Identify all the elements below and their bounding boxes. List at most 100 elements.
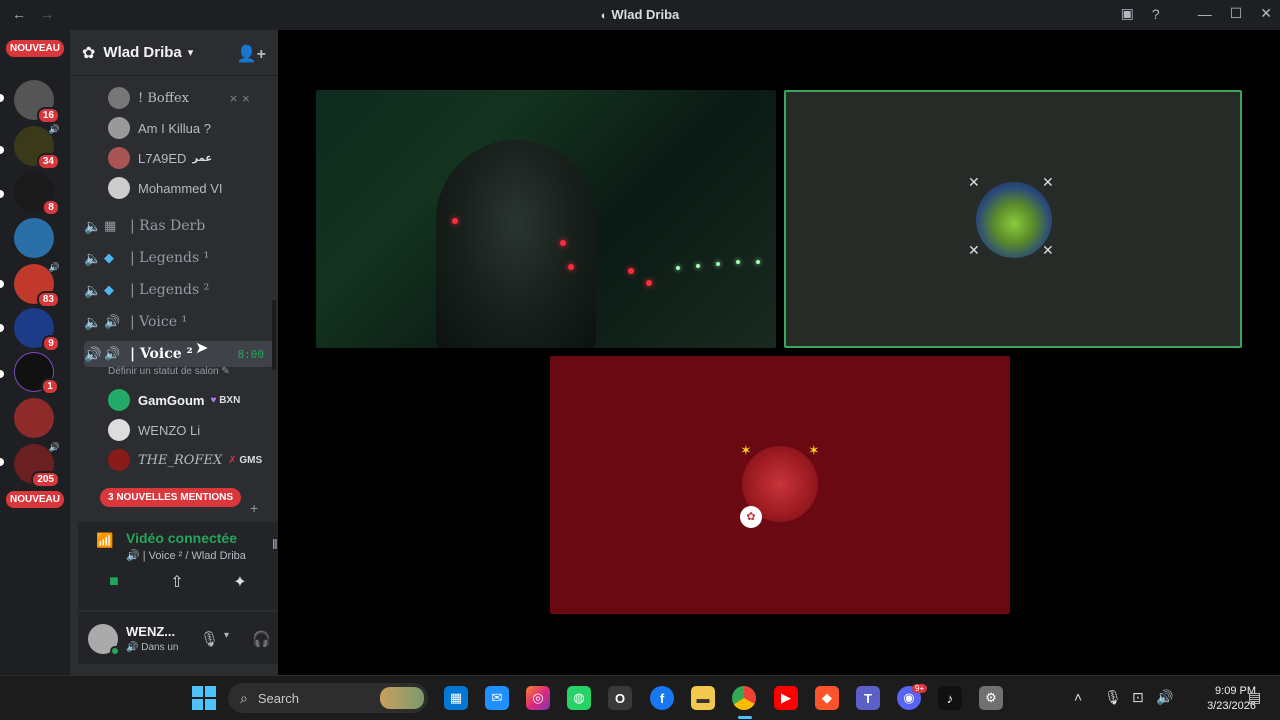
speaker-icon: 🔊 <box>126 642 142 653</box>
store-icon[interactable]: ▦ <box>444 686 468 710</box>
camera-button[interactable]: ■ <box>88 566 140 598</box>
microphone-tray-icon[interactable]: 🎙 <box>1104 689 1122 706</box>
crossbones-icon: ✕ <box>1042 242 1054 258</box>
minimize-icon[interactable]: — <box>1198 6 1212 22</box>
maximize-icon[interactable]: ☐ <box>1230 5 1243 22</box>
mention-badge: 1 <box>41 378 59 395</box>
file-explorer-icon[interactable]: ▬ <box>691 686 715 710</box>
scrollbar[interactable] <box>272 300 276 370</box>
activities-button[interactable]: ✦ <box>214 566 266 598</box>
unread-pill <box>0 370 4 378</box>
diamond-icon: ◆ <box>104 282 114 297</box>
mention-badge: 16 <box>36 107 60 124</box>
channel-name: | Legends ² <box>130 282 210 298</box>
close-icon[interactable]: ✕ <box>1260 5 1272 22</box>
invite-icon[interactable]: 👤+ <box>237 44 266 64</box>
user-name[interactable]: WENZ... <box>126 624 175 639</box>
member-item[interactable]: Am I Killua ? <box>108 115 211 141</box>
mail-icon[interactable]: ✉ <box>485 686 509 710</box>
crossbones-icon: ✕ <box>968 242 980 258</box>
server-rail: NOUVEAU 16 🔊 34 8 🔊 83 9 1 🔊 205 NOUVEAU <box>0 30 70 675</box>
window-controls: ▣ ? — ☐ ✕ <box>1121 5 1272 22</box>
member-item[interactable]: Mohammed VI <box>108 175 223 201</box>
server-icon-8[interactable] <box>14 398 54 438</box>
video-tile-speaking[interactable]: ✕ ✕ ✕ ✕ <box>784 90 1242 348</box>
search-placeholder: Search <box>257 690 300 706</box>
notifications-icon[interactable]: ▤ <box>1248 689 1261 706</box>
youtube-icon[interactable]: ▶ <box>774 686 798 710</box>
green-light <box>716 262 720 266</box>
red-light <box>568 264 574 270</box>
instagram-icon[interactable]: ◎ <box>526 686 550 710</box>
tray-overflow-chevron-icon[interactable]: ˄ <box>1074 689 1082 705</box>
video-tile-muted[interactable]: ✶ ✶ ✿ <box>550 356 1010 614</box>
voice-channel[interactable]: 🔈 🔊 | Voice ¹ <box>84 309 274 335</box>
voice-member[interactable]: WENZO Li ■ <box>108 417 298 443</box>
facebook-icon[interactable]: f <box>650 686 674 710</box>
channel-name: | Legends ¹ <box>130 250 210 266</box>
avatar <box>108 177 130 199</box>
avatar <box>108 87 130 109</box>
server-icon-2[interactable]: 🔊 34 <box>14 124 60 170</box>
member-item[interactable]: ! Boffex ⨯ ⨯ <box>108 85 251 111</box>
member-item[interactable]: L7A9ED عمر <box>108 145 212 171</box>
participant-avatar <box>976 182 1052 258</box>
server-header[interactable]: ✿ Wlad Driba ▾ 👤+ <box>70 30 278 76</box>
mention-badge: 205 <box>31 471 60 488</box>
server-icon-7[interactable]: 1 <box>14 352 59 395</box>
sparkle-icon: ✶ <box>808 442 820 458</box>
chevron-down-icon[interactable]: ▾ <box>224 630 229 641</box>
voice-channel[interactable]: 🔈 ▦ | Ras Derb <box>84 213 274 239</box>
voice-channel-active[interactable]: 🔊 🔊 | Voice ² 8:00 <box>84 341 274 367</box>
chrome-icon[interactable] <box>732 686 756 710</box>
volume-icon[interactable]: 🔊 <box>1156 689 1173 706</box>
online-status-dot <box>110 646 120 656</box>
microphone-icon[interactable]: 🎙 <box>200 630 219 648</box>
voice-location[interactable]: 🔊 | Voice ² / Wlad Driba <box>126 549 246 562</box>
speaker-muted-icon: 🔈 <box>84 281 102 298</box>
member-name: WENZO Li <box>138 422 201 438</box>
new-badge-bottom[interactable]: NOUVEAU <box>6 491 65 508</box>
speaker-icon: 🔊 <box>104 314 121 329</box>
server-icon-4[interactable] <box>14 218 54 258</box>
speaker-icon: 🔊 <box>48 124 60 134</box>
headphones-icon[interactable]: 🎧 <box>252 630 271 648</box>
voice-member[interactable]: GamGoum ♥ BXN <box>108 387 240 413</box>
inbox-icon[interactable]: ▣ <box>1121 5 1134 22</box>
browser-opera-icon[interactable]: O <box>608 686 632 710</box>
voice-channel[interactable]: 🔈 ◆ | Legends ¹ <box>84 245 274 271</box>
help-icon[interactable]: ? <box>1152 6 1160 22</box>
mention-badge: 9 <box>42 335 60 352</box>
network-icon[interactable]: ⊡ <box>1132 689 1144 706</box>
teams-icon[interactable]: T <box>856 686 880 710</box>
add-channel-icon[interactable]: + <box>250 500 258 516</box>
voice-channel[interactable]: 🔈 ◆ | Legends ² <box>84 277 274 303</box>
video-tile-camera[interactable] <box>316 90 776 348</box>
server-icon-1[interactable]: 16 <box>14 80 60 124</box>
server-icon-6[interactable]: 9 <box>14 308 60 352</box>
server-icon-3[interactable]: 8 <box>14 172 60 216</box>
avatar <box>108 389 130 411</box>
unread-pill <box>0 94 4 102</box>
member-tag: ♥ BXN <box>210 394 241 406</box>
signal-icon[interactable]: 📶 <box>96 532 113 549</box>
new-mentions-button[interactable]: 3 NOUVELLES MENTIONS <box>100 488 242 507</box>
chat-app-icon[interactable]: ◍ <box>567 686 591 710</box>
brave-icon[interactable]: ◆ <box>815 686 839 710</box>
screen-share-button[interactable]: ⇧ <box>151 566 203 598</box>
sword-icon: ✗ <box>228 454 237 466</box>
server-icon-5[interactable]: 🔊 83 <box>14 262 60 308</box>
tiktok-icon[interactable]: ♪ <box>938 686 962 710</box>
chevron-down-icon: ▾ <box>187 47 194 59</box>
green-light <box>696 264 700 268</box>
server-icon-9[interactable]: 🔊 205 <box>14 442 60 488</box>
channel-status-hint[interactable]: Définir un statut de salon ✎ <box>108 366 230 377</box>
voice-member[interactable]: THE_ROFEX ✗ GMS <box>108 447 262 473</box>
start-button[interactable] <box>192 686 216 710</box>
new-badge-top[interactable]: NOUVEAU <box>6 40 65 57</box>
channel-name: | Voice ¹ <box>130 314 188 330</box>
mention-badge: 83 <box>36 291 60 308</box>
unread-pill <box>0 190 4 198</box>
taskbar-search[interactable]: ⌕ Search <box>228 683 428 713</box>
settings-icon[interactable]: ⚙ <box>979 686 1003 710</box>
